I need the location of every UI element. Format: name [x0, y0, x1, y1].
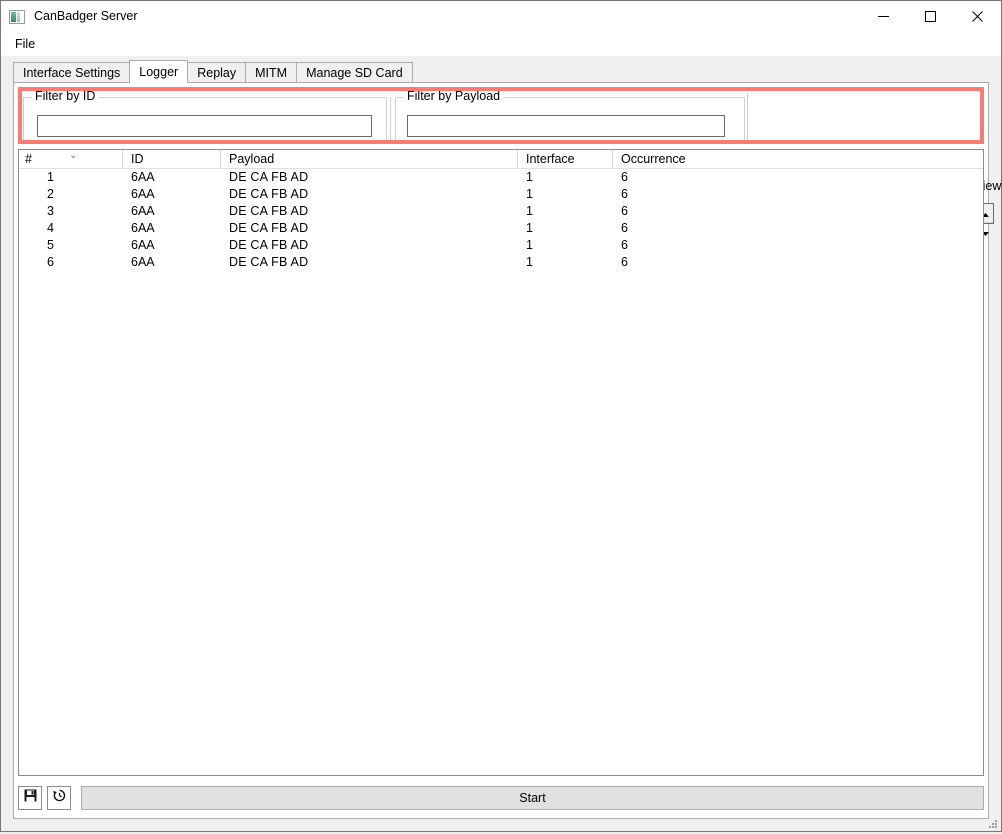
cell-occurrence: 6 [621, 255, 628, 270]
tab-logger[interactable]: Logger [129, 60, 189, 83]
cell-num: 1 [47, 170, 54, 185]
filter-by-id-group: Filter by ID [23, 90, 387, 142]
cell-occurrence: 6 [621, 221, 628, 236]
cell-id: 6AA [131, 255, 155, 270]
table-row[interactable]: 3 6AA DE CA FB AD 1 6 [19, 203, 983, 220]
tab-mitm[interactable]: MITM [245, 62, 298, 83]
cell-payload: DE CA FB AD [229, 221, 309, 236]
filter-by-payload-group: Filter by Payload [395, 90, 745, 142]
cell-num: 4 [47, 221, 54, 236]
cell-interface: 1 [526, 238, 533, 253]
tab-replay[interactable]: Replay [187, 62, 247, 83]
client-area: Interface Settings Logger Replay MITM Ma… [1, 56, 1001, 831]
filter-by-payload-legend: Filter by Payload [404, 90, 504, 103]
table-row[interactable]: 2 6AA DE CA FB AD 1 6 [19, 186, 983, 203]
cell-id: 6AA [131, 204, 155, 219]
tab-interface-settings[interactable]: Interface Settings [13, 62, 131, 83]
logger-bottom-bar: Start [18, 784, 984, 812]
filter-by-id-input[interactable] [37, 115, 372, 137]
column-header-id[interactable]: ID [123, 150, 221, 169]
filter-divider-1 [390, 97, 391, 142]
cell-payload: DE CA FB AD [229, 238, 309, 253]
table-row[interactable]: 5 6AA DE CA FB AD 1 6 [19, 237, 983, 254]
cell-occurrence: 6 [621, 204, 628, 219]
maximize-button[interactable] [907, 1, 954, 32]
cell-interface: 1 [526, 255, 533, 270]
menu-item-file[interactable]: File [10, 35, 40, 53]
cell-interface: 1 [526, 204, 533, 219]
window-title: CanBadger Server [34, 9, 138, 24]
column-header-num[interactable]: # ⌄ [19, 150, 123, 169]
window-controls [860, 1, 1001, 32]
application-window: CanBadger Server File Interface Settings… [0, 0, 1002, 832]
cell-num: 5 [47, 238, 54, 253]
save-floppy-icon [23, 788, 38, 808]
table-row[interactable]: 4 6AA DE CA FB AD 1 6 [19, 220, 983, 237]
log-table-header: # ⌄ ID Payload Interface Occurrence [19, 150, 983, 169]
history-button[interactable] [47, 786, 71, 810]
cell-id: 6AA [131, 221, 155, 236]
table-row[interactable]: 1 6AA DE CA FB AD 1 6 [19, 169, 983, 186]
title-bar: CanBadger Server [1, 1, 1001, 32]
table-row[interactable]: 6 6AA DE CA FB AD 1 6 [19, 254, 983, 271]
log-table-body: 1 6AA DE CA FB AD 1 6 2 6AA DE CA FB AD 1 6 3 6AA DE… [19, 169, 983, 271]
history-clock-icon [52, 788, 67, 808]
maximize-icon [924, 10, 937, 23]
cell-payload: DE CA FB AD [229, 255, 309, 270]
column-header-interface[interactable]: Interface [518, 150, 613, 169]
close-icon [971, 10, 984, 23]
cell-payload: DE CA FB AD [229, 204, 309, 219]
app-icon [9, 9, 25, 24]
cell-occurrence: 6 [621, 187, 628, 202]
resize-grip[interactable] [986, 816, 998, 828]
cell-payload: DE CA FB AD [229, 187, 309, 202]
menu-bar: File [1, 32, 1001, 56]
cell-id: 6AA [131, 170, 155, 185]
sort-descending-icon: ⌄ [69, 150, 78, 161]
start-button[interactable]: Start [81, 786, 984, 810]
column-header-occurrence[interactable]: Occurrence [613, 150, 763, 169]
column-header-num-label: # [25, 152, 32, 167]
close-button[interactable] [954, 1, 1001, 32]
cell-interface: 1 [526, 187, 533, 202]
tab-strip: Interface Settings Logger Replay MITM Ma… [13, 60, 413, 83]
filter-by-id-legend: Filter by ID [32, 90, 99, 103]
cell-occurrence: 6 [621, 238, 628, 253]
cell-num: 3 [47, 204, 54, 219]
cell-occurrence: 6 [621, 170, 628, 185]
cell-interface: 1 [526, 221, 533, 236]
column-header-payload[interactable]: Payload [221, 150, 518, 169]
cell-payload: DE CA FB AD [229, 170, 309, 185]
save-log-button[interactable] [18, 786, 42, 810]
cell-interface: 1 [526, 170, 533, 185]
filter-by-payload-input[interactable] [407, 115, 725, 137]
cell-id: 6AA [131, 187, 155, 202]
minimize-icon [877, 10, 890, 23]
minimize-button[interactable] [860, 1, 907, 32]
cell-num: 6 [47, 255, 54, 270]
tab-manage-sd-card[interactable]: Manage SD Card [296, 62, 413, 83]
filter-divider-2 [747, 93, 748, 143]
cell-num: 2 [47, 187, 54, 202]
logger-tab-page: Filter by ID Filter by Payload Highlight… [13, 82, 1001, 819]
log-table[interactable]: # ⌄ ID Payload Interface Occurrence 1 6AA… [18, 149, 984, 776]
cell-id: 6AA [131, 238, 155, 253]
